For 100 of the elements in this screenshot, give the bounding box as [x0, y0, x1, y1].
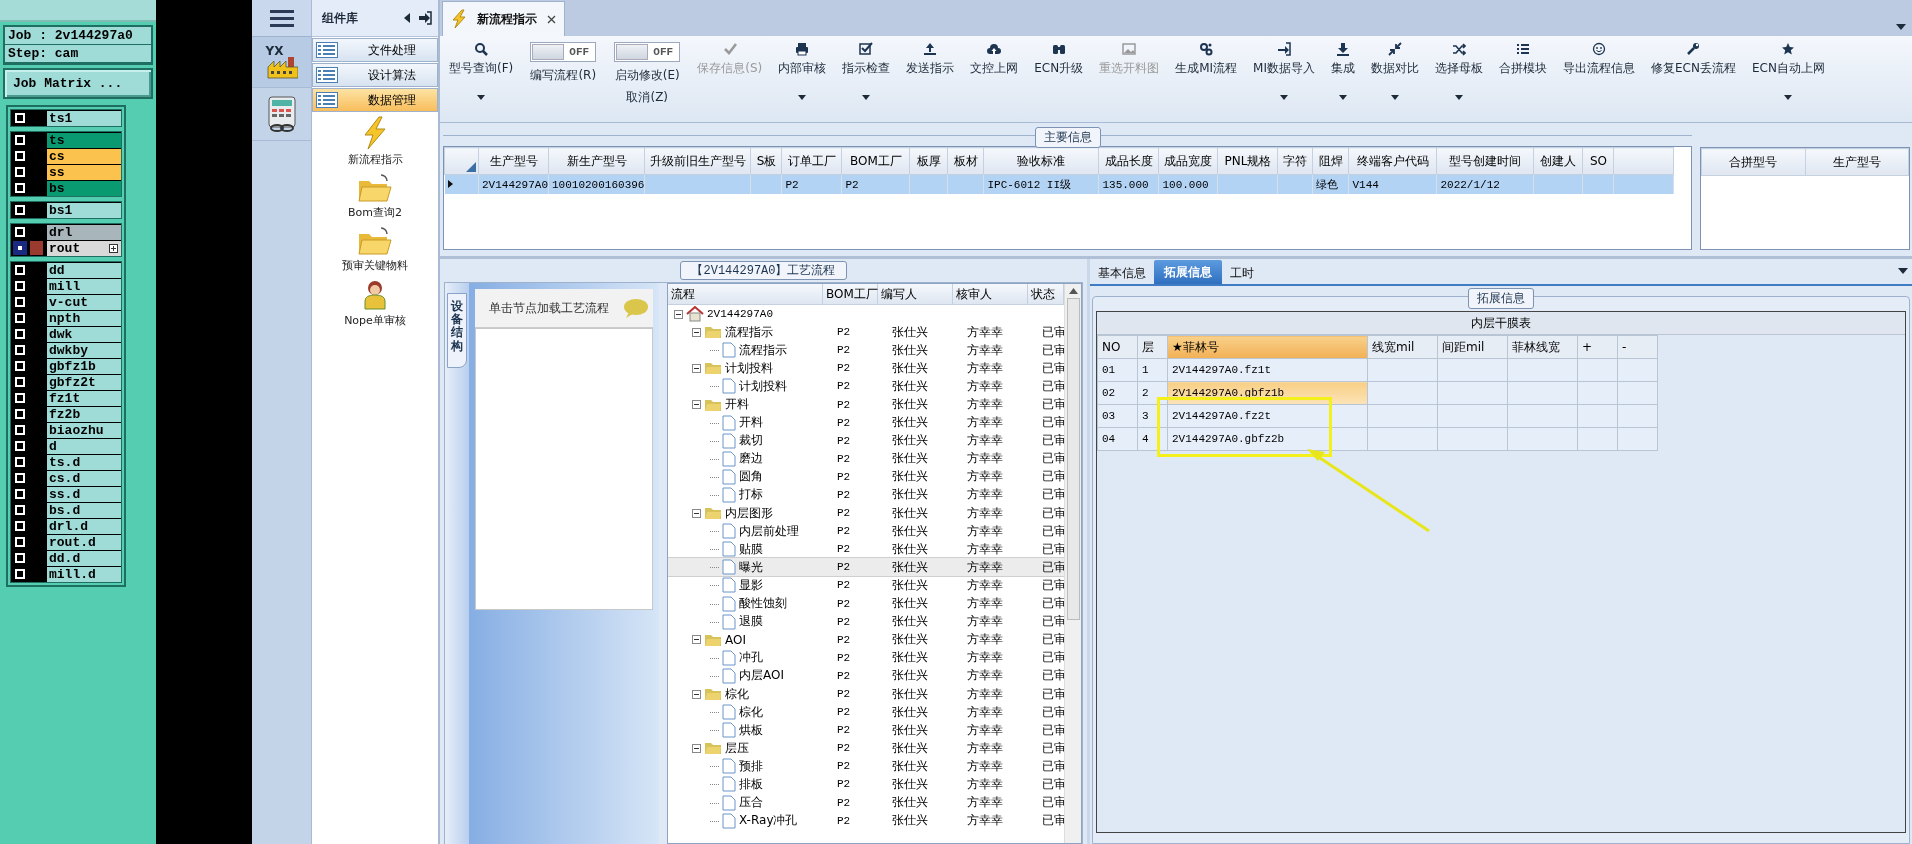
- column-header[interactable]: BOM工厂: [823, 284, 878, 304]
- table-row[interactable]: 2V144297A0 10010200160396 P2 P2 IPC-6012 II级 135.000 100.000 绿色 V144 2022/1/12: [444, 174, 1674, 194]
- layer-row[interactable]: rout: [47, 240, 121, 256]
- layer-row[interactable]: rout.d: [47, 534, 121, 550]
- column-header[interactable]: S板: [750, 147, 782, 175]
- collapse-icon[interactable]: [692, 743, 701, 753]
- tab[interactable]: 基本信息: [1090, 262, 1154, 284]
- layer-row[interactable]: mill: [47, 278, 121, 294]
- layer-row[interactable]: mill.d: [47, 566, 121, 582]
- side-tab[interactable]: 设备结构: [447, 293, 467, 368]
- layer-row[interactable]: ss.d: [47, 486, 121, 502]
- column-header[interactable]: 生产型号: [1805, 148, 1909, 176]
- layer-row[interactable]: dwkby: [47, 342, 121, 358]
- column-header[interactable]: 成品宽度: [1158, 147, 1218, 175]
- toolbar-button[interactable]: 集成: [1326, 36, 1360, 122]
- tool-label[interactable]: 预审关键物料: [342, 258, 408, 273]
- column-header[interactable]: 订单工厂: [781, 147, 842, 175]
- toolbar-button[interactable]: 指示检查: [837, 36, 896, 122]
- column-header[interactable]: -: [1617, 335, 1658, 359]
- column-header[interactable]: 板材: [947, 147, 984, 175]
- layer-row[interactable]: gbfz2t: [47, 374, 121, 390]
- toolbar-button[interactable]: 数据对比: [1366, 36, 1424, 122]
- column-header[interactable]: 验收标准: [983, 147, 1099, 175]
- layer-row[interactable]: dd.d: [47, 550, 121, 566]
- column-header[interactable]: 终端客户代码: [1348, 147, 1437, 175]
- toolbar-button[interactable]: MI数据导入: [1248, 36, 1320, 122]
- column-header[interactable]: NO: [1097, 335, 1138, 359]
- collapse-icon[interactable]: [692, 635, 701, 645]
- column-header[interactable]: 新生产型号: [548, 147, 645, 175]
- category-item[interactable]: 文件处理: [312, 38, 438, 62]
- collapse-icon[interactable]: [692, 327, 701, 337]
- column-header[interactable]: ★菲林号: [1167, 335, 1368, 359]
- scroll-up-icon[interactable]: [1068, 288, 1078, 294]
- layer-row[interactable]: ts.d: [47, 454, 121, 470]
- layer-row[interactable]: drl: [47, 224, 121, 240]
- column-header[interactable]: 生产型号: [478, 147, 549, 175]
- toolbar-button[interactable]: 生成MI流程: [1170, 36, 1243, 122]
- layer-row[interactable]: dd: [47, 262, 121, 278]
- toolbar-button[interactable]: 选择母板: [1430, 36, 1488, 122]
- layer-row[interactable]: npth: [47, 310, 121, 326]
- layer-row[interactable]: fz1t: [47, 390, 121, 406]
- layer-row[interactable]: ts1: [47, 110, 121, 126]
- column-header[interactable]: 流程: [668, 284, 823, 304]
- column-header[interactable]: 字符: [1277, 147, 1313, 175]
- column-header[interactable]: +: [1577, 335, 1618, 359]
- toolbar-button[interactable]: 导出流程信息: [1558, 36, 1640, 122]
- column-header[interactable]: 成品长度: [1098, 147, 1159, 175]
- layer-row[interactable]: gbfz1b: [47, 358, 121, 374]
- close-icon[interactable]: [547, 14, 556, 24]
- column-header[interactable]: SO: [1582, 147, 1614, 175]
- column-header[interactable]: 编写人: [878, 284, 953, 304]
- tab[interactable]: 拓展信息: [1154, 260, 1222, 284]
- column-header[interactable]: 阻焊: [1312, 147, 1349, 175]
- category-item[interactable]: 数据管理: [312, 88, 438, 112]
- collapse-icon[interactable]: [692, 363, 701, 373]
- toolbar-button[interactable]: 内部审核: [773, 36, 832, 122]
- tool-label[interactable]: 新流程指示: [347, 152, 403, 167]
- toolbar-button[interactable]: 型号查询(F): [444, 36, 519, 122]
- layer-row[interactable]: bs1: [47, 202, 121, 218]
- toolbar-button[interactable]: ECN自动上网: [1746, 36, 1830, 122]
- toolbar-button[interactable]: 发送指示: [901, 36, 960, 122]
- layer-row[interactable]: drl.d: [47, 518, 121, 534]
- layer-row[interactable]: ss: [47, 164, 121, 180]
- toolbar-button[interactable]: ECN升级: [1029, 36, 1089, 122]
- dropdown-icon[interactable]: [1896, 24, 1906, 30]
- column-header[interactable]: 升级前旧生产型号: [644, 147, 751, 175]
- layer-row[interactable]: bs: [47, 180, 121, 196]
- layer-row[interactable]: d: [47, 438, 121, 454]
- toggle-switch[interactable]: OFF: [530, 42, 597, 62]
- column-header[interactable]: 间距mil: [1437, 335, 1508, 359]
- menu-icon[interactable]: [269, 8, 294, 28]
- scrollbar-thumb[interactable]: [1066, 298, 1080, 620]
- layer-row[interactable]: dwk: [47, 326, 121, 342]
- tree-row[interactable]: 2V144297A0: [668, 305, 1064, 324]
- column-header[interactable]: 菲林线宽: [1507, 335, 1578, 359]
- column-header[interactable]: 板厚: [909, 147, 948, 175]
- layer-row[interactable]: fz2b: [47, 406, 121, 422]
- dropdown-icon[interactable]: [1898, 268, 1908, 274]
- lightning-icon[interactable]: [361, 116, 389, 150]
- person-icon[interactable]: [362, 279, 388, 311]
- calculator-icon[interactable]: [265, 96, 298, 132]
- layer-row[interactable]: v-cut: [47, 294, 121, 310]
- collapse-icon[interactable]: [692, 508, 701, 518]
- column-header[interactable]: 创建人: [1533, 147, 1583, 175]
- tab[interactable]: 工时: [1222, 262, 1262, 284]
- layer-row[interactable]: biaozhu: [47, 422, 121, 438]
- toggle-switch[interactable]: OFF: [614, 42, 681, 62]
- column-header[interactable]: 型号创建时间: [1436, 147, 1534, 175]
- layer-row[interactable]: bs.d: [47, 502, 121, 518]
- exit-icon[interactable]: [418, 11, 432, 25]
- layer-row[interactable]: cs: [47, 148, 121, 164]
- column-header[interactable]: 合拼型号: [1701, 148, 1805, 176]
- column-header[interactable]: PNL规格: [1217, 147, 1278, 175]
- column-header[interactable]: 核审人: [953, 284, 1028, 304]
- collapse-icon[interactable]: [692, 400, 701, 409]
- toolbar-button[interactable]: 修复ECN丢流程: [1646, 36, 1741, 122]
- collapse-left-icon[interactable]: [402, 12, 412, 24]
- tool-label[interactable]: Bom查询2: [348, 205, 402, 220]
- document-tab[interactable]: 新流程指示: [442, 1, 565, 36]
- layer-row[interactable]: ts: [47, 132, 121, 148]
